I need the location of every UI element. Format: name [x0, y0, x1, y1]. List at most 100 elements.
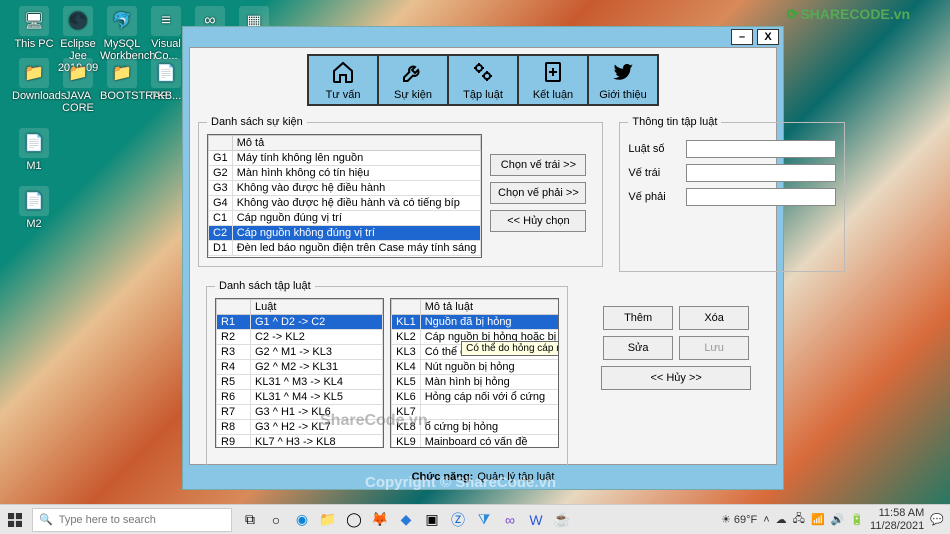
rules-header-code — [217, 300, 251, 315]
table-row[interactable]: R5KL31 ^ M3 -> KL4 — [217, 375, 383, 390]
app-icon-2[interactable]: ▣ — [420, 508, 444, 532]
desktop-icon-label: This PC — [12, 38, 56, 50]
table-row[interactable]: R2C2 -> KL2 — [217, 330, 383, 345]
edge-icon[interactable]: ◉ — [290, 508, 314, 532]
table-row[interactable]: KL4Nút nguồn bị hỏng — [392, 360, 560, 375]
delete-button[interactable]: Xóa — [679, 306, 749, 330]
toolbar-wrench-button[interactable]: Sự kiện — [377, 54, 449, 106]
vscode-icon[interactable]: ⧩ — [472, 508, 496, 532]
toolbar-label: Tập luật — [463, 89, 503, 101]
toolbar-file-plus-button[interactable]: Kết luận — [517, 54, 589, 106]
cell-code: R5 — [217, 375, 251, 390]
toolbar-bird-button[interactable]: Giới thiệu — [587, 54, 659, 106]
cancel-all-button[interactable]: << Hủy >> — [601, 366, 751, 390]
table-row[interactable]: C1Cáp nguồn đúng vị trí — [209, 211, 481, 226]
tray-wifi-icon[interactable]: 📶 — [811, 513, 825, 526]
desktop-icon-glyph: 📄 — [19, 186, 49, 216]
cell-desc — [420, 405, 559, 420]
table-row[interactable]: KL5Màn hình bị hỏng — [392, 375, 560, 390]
table-row[interactable]: G2Màn hình không có tín hiệu — [209, 166, 481, 181]
table-row[interactable]: R6KL31 ^ M4 -> KL5 — [217, 390, 383, 405]
java-icon[interactable]: ☕ — [550, 508, 574, 532]
tray-network-icon[interactable]: 🖧 — [793, 510, 805, 529]
save-button[interactable]: Lưu — [679, 336, 749, 360]
cancel-choice-button[interactable]: << Hủy chọn — [490, 210, 586, 232]
table-row[interactable]: G4Không vào được hệ điều hành và có tiến… — [209, 196, 481, 211]
titlebar: – X — [183, 27, 783, 47]
explorer-icon[interactable]: 📁 — [316, 508, 340, 532]
cell-code: KL4 — [392, 360, 421, 375]
table-row[interactable]: R9KL7 ^ H3 -> KL8 — [217, 435, 383, 449]
cell-desc: Cáp nguồn không đúng vị trí — [232, 226, 481, 241]
cell-rule: C2 -> KL2 — [251, 330, 383, 345]
add-button[interactable]: Thêm — [603, 306, 673, 330]
notifications-icon[interactable]: 💬 — [930, 513, 944, 526]
task-view-icon[interactable]: ⧉ — [238, 508, 262, 532]
desktop-icon[interactable]: 🖥This PC — [12, 6, 56, 50]
table-row[interactable]: G1Máy tính không lên nguồn — [209, 151, 481, 166]
tray-chevron-icon[interactable]: ˄ — [763, 514, 769, 526]
desktop-icon[interactable]: 📄 M2 — [12, 186, 56, 230]
vs-icon[interactable]: ∞ — [498, 508, 522, 532]
rules-listbox[interactable]: Luật R1G1 ^ D2 -> C2R2C2 -> KL2R3G2 ^ M1… — [215, 298, 384, 448]
cell-desc: Mainboard có vấn đề — [420, 435, 559, 449]
kl-listbox[interactable]: Mô tả luật KL1Nguồn đã bị hỏngKL2Cáp ngu… — [390, 298, 559, 448]
weather-widget[interactable]: ☀ 69°F — [721, 513, 757, 526]
edit-button[interactable]: Sửa — [603, 336, 673, 360]
desktop-icon-glyph: 📁 — [63, 58, 93, 88]
table-row[interactable]: KL1Nguồn đã bị hỏng — [392, 315, 560, 330]
table-row[interactable]: KL8ổ cứng bị hỏng — [392, 420, 560, 435]
table-row[interactable]: R3G2 ^ M1 -> KL3 — [217, 345, 383, 360]
desktop-icon-label: M2 — [12, 218, 56, 230]
cell-code: G1 — [209, 151, 233, 166]
toolbar-home-button[interactable]: Tư vấn — [307, 54, 379, 106]
table-row[interactable]: D1Đèn led báo nguồn điện trên Case máy t… — [209, 241, 481, 256]
kl-header-desc: Mô tả luật — [420, 300, 559, 315]
input-ve-trai[interactable] — [686, 164, 836, 182]
tray-volume-icon[interactable]: 🔊 — [831, 513, 845, 526]
gears-icon — [471, 60, 495, 87]
word-icon[interactable]: W — [524, 508, 548, 532]
choose-right-button[interactable]: Chọn vế phải >> — [490, 182, 586, 204]
desktop-icon[interactable]: 📁Downloads — [12, 58, 56, 102]
table-row[interactable]: R4G2 ^ M2 -> KL31 — [217, 360, 383, 375]
table-row[interactable]: R7G3 ^ H1 -> KL6 — [217, 405, 383, 420]
events-listbox[interactable]: Mô tả G1Máy tính không lên nguồnG2Màn hì… — [207, 134, 482, 258]
table-row[interactable]: G3Không vào được hệ điều hành — [209, 181, 481, 196]
firefox-icon[interactable]: 🦊 — [368, 508, 392, 532]
table-row[interactable]: R8G3 ^ H2 -> KL7 — [217, 420, 383, 435]
input-luat-so[interactable] — [686, 140, 836, 158]
app-icon-1[interactable]: ◆ — [394, 508, 418, 532]
search-box[interactable]: 🔍 Type here to search — [32, 508, 232, 532]
table-row[interactable]: C2Cáp nguồn không đúng vị trí — [209, 226, 481, 241]
search-placeholder: Type here to search — [59, 514, 156, 526]
choose-left-button[interactable]: Chọn vế trái >> — [490, 154, 586, 176]
close-button[interactable]: X — [757, 29, 779, 45]
zalo-icon[interactable]: Ⓩ — [446, 508, 470, 532]
events-header-desc: Mô tả — [232, 136, 481, 151]
toolbar-gears-button[interactable]: Tập luật — [447, 54, 519, 106]
table-row[interactable]: KL9Mainboard có vấn đề — [392, 435, 560, 449]
tray-battery-icon[interactable]: 🔋 — [850, 513, 864, 526]
clock[interactable]: 11:58 AM 11/28/2021 — [870, 507, 924, 531]
desktop-icon[interactable]: 📁JAVA CORE — [56, 58, 100, 114]
table-row[interactable]: R1G1 ^ D2 -> C2 — [217, 315, 383, 330]
table-row[interactable]: KL7 — [392, 405, 560, 420]
minimize-button[interactable]: – — [731, 29, 753, 45]
desktop-icon[interactable]: 📁BOOTSTRAP — [100, 58, 144, 102]
rules-legend: Danh sách tập luật — [215, 280, 315, 292]
cortana-icon[interactable]: ○ — [264, 508, 288, 532]
cell-code: C1 — [209, 211, 233, 226]
tray-onedrive-icon[interactable]: ☁ — [776, 513, 787, 526]
bird-icon — [611, 60, 635, 87]
input-ve-phai[interactable] — [686, 188, 836, 206]
chrome-icon[interactable]: ◯ — [342, 508, 366, 532]
cell-code: D1 — [209, 241, 233, 256]
cell-code: KL9 — [392, 435, 421, 449]
desktop-icon[interactable]: 📄M1 — [12, 128, 56, 172]
start-button[interactable] — [0, 505, 30, 534]
cell-code: R8 — [217, 420, 251, 435]
table-row[interactable]: KL6Hỏng cáp nối với ổ cứng — [392, 390, 560, 405]
cell-desc: Cáp nguồn đúng vị trí — [232, 211, 481, 226]
desktop-icon[interactable]: 🐬MySQL Workbench — [100, 6, 144, 62]
